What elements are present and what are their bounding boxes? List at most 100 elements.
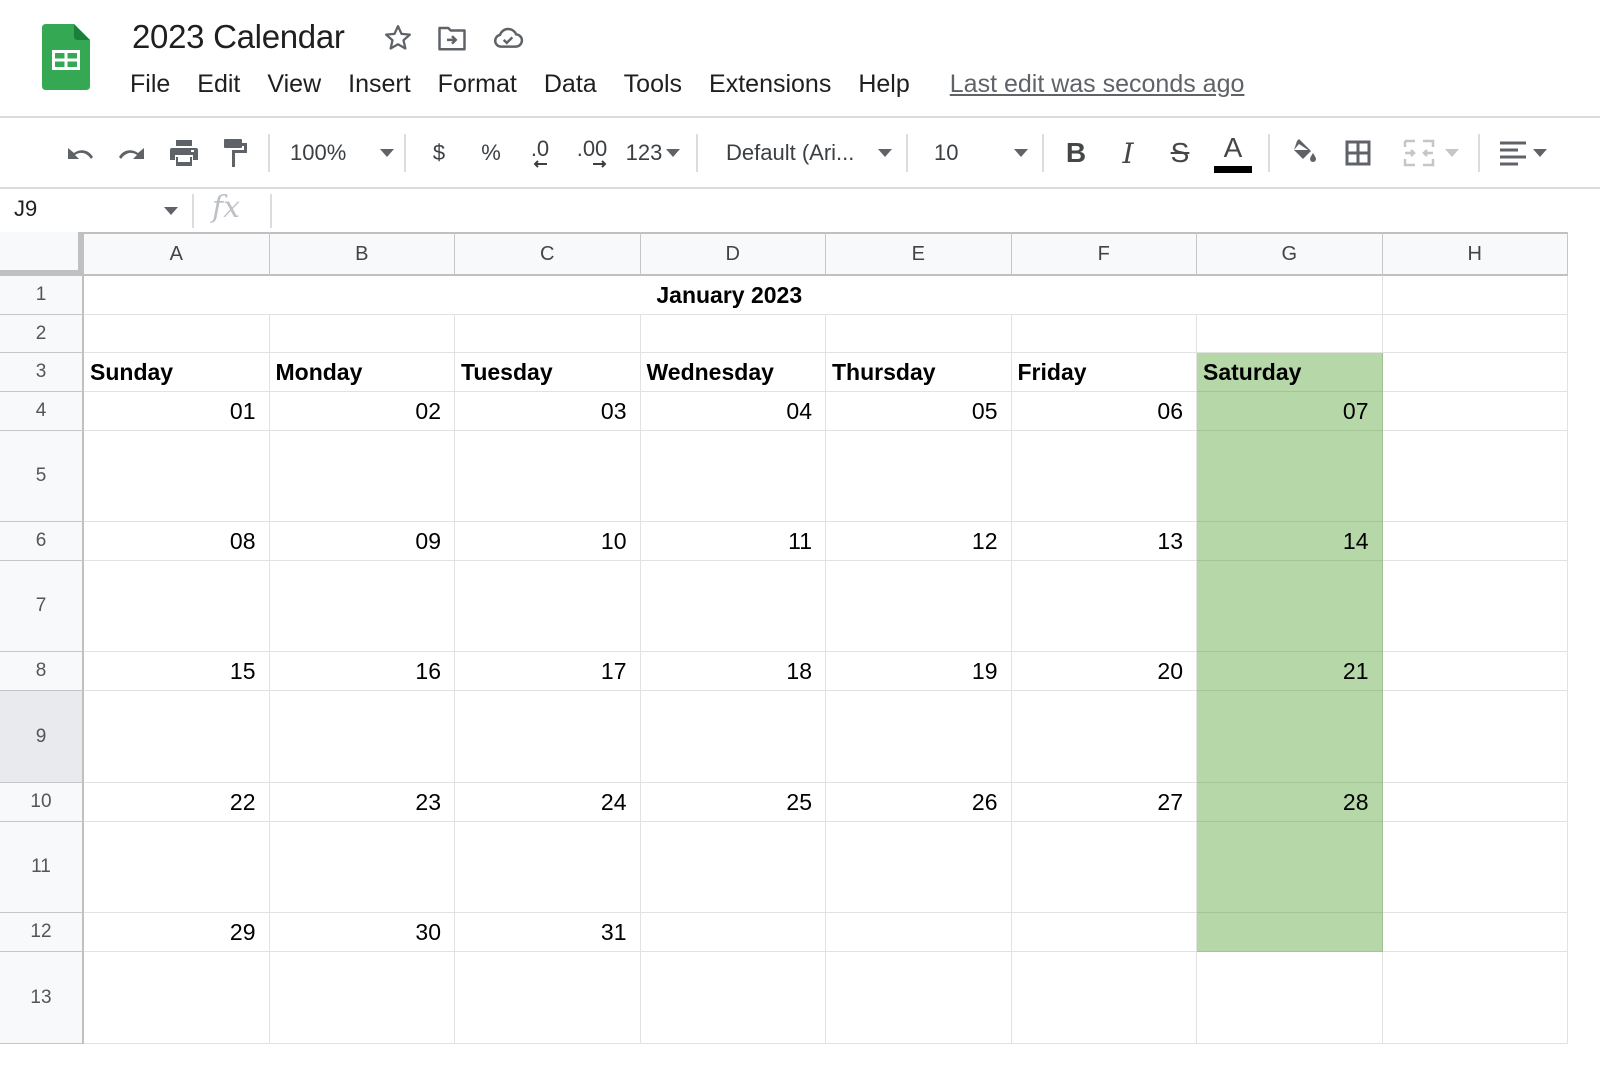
cell-H3[interactable] [1382, 353, 1568, 392]
notes-cell-G7[interactable] [1197, 561, 1383, 652]
menu-extensions[interactable]: Extensions [709, 70, 831, 99]
menu-tools[interactable]: Tools [624, 70, 682, 99]
notes-cell-A11[interactable] [84, 822, 270, 913]
notes-cell-D13[interactable] [640, 952, 826, 1044]
row-header-11[interactable]: 11 [0, 822, 84, 913]
bold-button[interactable]: B [1060, 118, 1092, 188]
select-all-corner[interactable] [0, 232, 84, 276]
weekday-header-friday[interactable]: Friday [1011, 353, 1197, 392]
last-edit-link[interactable]: Last edit was seconds ago [950, 70, 1245, 99]
column-header-a[interactable]: A [84, 232, 270, 276]
notes-cell-F5[interactable] [1011, 431, 1197, 522]
day-cell-24[interactable]: 24 [455, 783, 641, 822]
day-cell-31[interactable]: 31 [455, 913, 641, 952]
weekday-header-saturday[interactable]: Saturday [1197, 353, 1383, 392]
notes-cell-E13[interactable] [826, 952, 1012, 1044]
column-header-c[interactable]: C [455, 232, 641, 276]
borders-button[interactable] [1340, 118, 1376, 188]
column-header-h[interactable]: H [1382, 232, 1568, 276]
weekday-header-sunday[interactable]: Sunday [84, 353, 270, 392]
weekday-header-tuesday[interactable]: Tuesday [455, 353, 641, 392]
row-header-3[interactable]: 3 [0, 353, 84, 392]
menu-help[interactable]: Help [858, 70, 909, 99]
cell-H6[interactable] [1382, 522, 1568, 561]
horizontal-align-button[interactable] [1494, 118, 1552, 188]
column-header-e[interactable]: E [826, 232, 1012, 276]
day-cell-25[interactable]: 25 [640, 783, 826, 822]
notes-cell-C11[interactable] [455, 822, 641, 913]
print-button[interactable] [164, 118, 204, 188]
font-family-select[interactable]: Default (Ari... [726, 118, 892, 188]
day-cell-03[interactable]: 03 [455, 392, 641, 431]
notes-cell-H5[interactable] [1382, 431, 1568, 522]
row-header-4[interactable]: 4 [0, 392, 84, 431]
day-cell-26[interactable]: 26 [826, 783, 1012, 822]
notes-cell-F13[interactable] [1011, 952, 1197, 1044]
day-cell-05[interactable]: 05 [826, 392, 1012, 431]
star-icon[interactable] [382, 22, 414, 54]
menu-insert[interactable]: Insert [348, 70, 411, 99]
day-cell-19[interactable]: 19 [826, 652, 1012, 691]
column-header-d[interactable]: D [640, 232, 826, 276]
day-cell-27[interactable]: 27 [1011, 783, 1197, 822]
empty-day-cell[interactable] [826, 913, 1012, 952]
cell-F2[interactable] [1011, 315, 1197, 353]
notes-cell-B9[interactable] [269, 691, 455, 783]
document-title[interactable]: 2023 Calendar [132, 18, 345, 56]
row-header-1[interactable]: 1 [0, 276, 84, 315]
weekday-header-wednesday[interactable]: Wednesday [640, 353, 826, 392]
day-cell-01[interactable]: 01 [84, 392, 270, 431]
row-header-6[interactable]: 6 [0, 522, 84, 561]
menu-view[interactable]: View [267, 70, 321, 99]
menu-data[interactable]: Data [544, 70, 597, 99]
day-cell-11[interactable]: 11 [640, 522, 826, 561]
notes-cell-E5[interactable] [826, 431, 1012, 522]
cell-D2[interactable] [640, 315, 826, 353]
row-header-8[interactable]: 8 [0, 652, 84, 691]
cell-E2[interactable] [826, 315, 1012, 353]
notes-cell-B5[interactable] [269, 431, 455, 522]
cell-H2[interactable] [1382, 315, 1568, 353]
day-cell-10[interactable]: 10 [455, 522, 641, 561]
fill-color-button[interactable] [1286, 118, 1322, 188]
notes-cell-E11[interactable] [826, 822, 1012, 913]
day-cell-17[interactable]: 17 [455, 652, 641, 691]
day-cell-04[interactable]: 04 [640, 392, 826, 431]
row-header-12[interactable]: 12 [0, 913, 84, 952]
cell-H4[interactable] [1382, 392, 1568, 431]
notes-cell-A7[interactable] [84, 561, 270, 652]
weekday-header-thursday[interactable]: Thursday [826, 353, 1012, 392]
day-cell-21[interactable]: 21 [1197, 652, 1383, 691]
day-cell-08[interactable]: 08 [84, 522, 270, 561]
day-cell-18[interactable]: 18 [640, 652, 826, 691]
notes-cell-G11[interactable] [1197, 822, 1383, 913]
notes-cell-B13[interactable] [269, 952, 455, 1044]
notes-cell-C7[interactable] [455, 561, 641, 652]
column-header-f[interactable]: F [1011, 232, 1197, 276]
cell-H12[interactable] [1382, 913, 1568, 952]
notes-cell-G13[interactable] [1197, 952, 1383, 1044]
notes-cell-A13[interactable] [84, 952, 270, 1044]
notes-cell-C13[interactable] [455, 952, 641, 1044]
menu-edit[interactable]: Edit [197, 70, 240, 99]
notes-cell-D7[interactable] [640, 561, 826, 652]
paint-format-button[interactable] [216, 118, 256, 188]
undo-button[interactable] [60, 118, 100, 188]
notes-cell-B7[interactable] [269, 561, 455, 652]
day-cell-30[interactable]: 30 [269, 913, 455, 952]
font-size-select[interactable]: 10 [934, 118, 1028, 188]
notes-cell-G9[interactable] [1197, 691, 1383, 783]
row-header-7[interactable]: 7 [0, 561, 84, 652]
day-cell-13[interactable]: 13 [1011, 522, 1197, 561]
menu-format[interactable]: Format [438, 70, 517, 99]
day-cell-09[interactable]: 09 [269, 522, 455, 561]
notes-cell-E7[interactable] [826, 561, 1012, 652]
name-box-dropdown-icon[interactable] [164, 207, 178, 215]
weekday-header-monday[interactable]: Monday [269, 353, 455, 392]
row-header-2[interactable]: 2 [0, 315, 84, 353]
day-cell-02[interactable]: 02 [269, 392, 455, 431]
text-color-button[interactable]: A [1212, 118, 1254, 188]
notes-cell-A9[interactable] [84, 691, 270, 783]
day-cell-20[interactable]: 20 [1011, 652, 1197, 691]
italic-button[interactable]: I [1112, 118, 1144, 188]
